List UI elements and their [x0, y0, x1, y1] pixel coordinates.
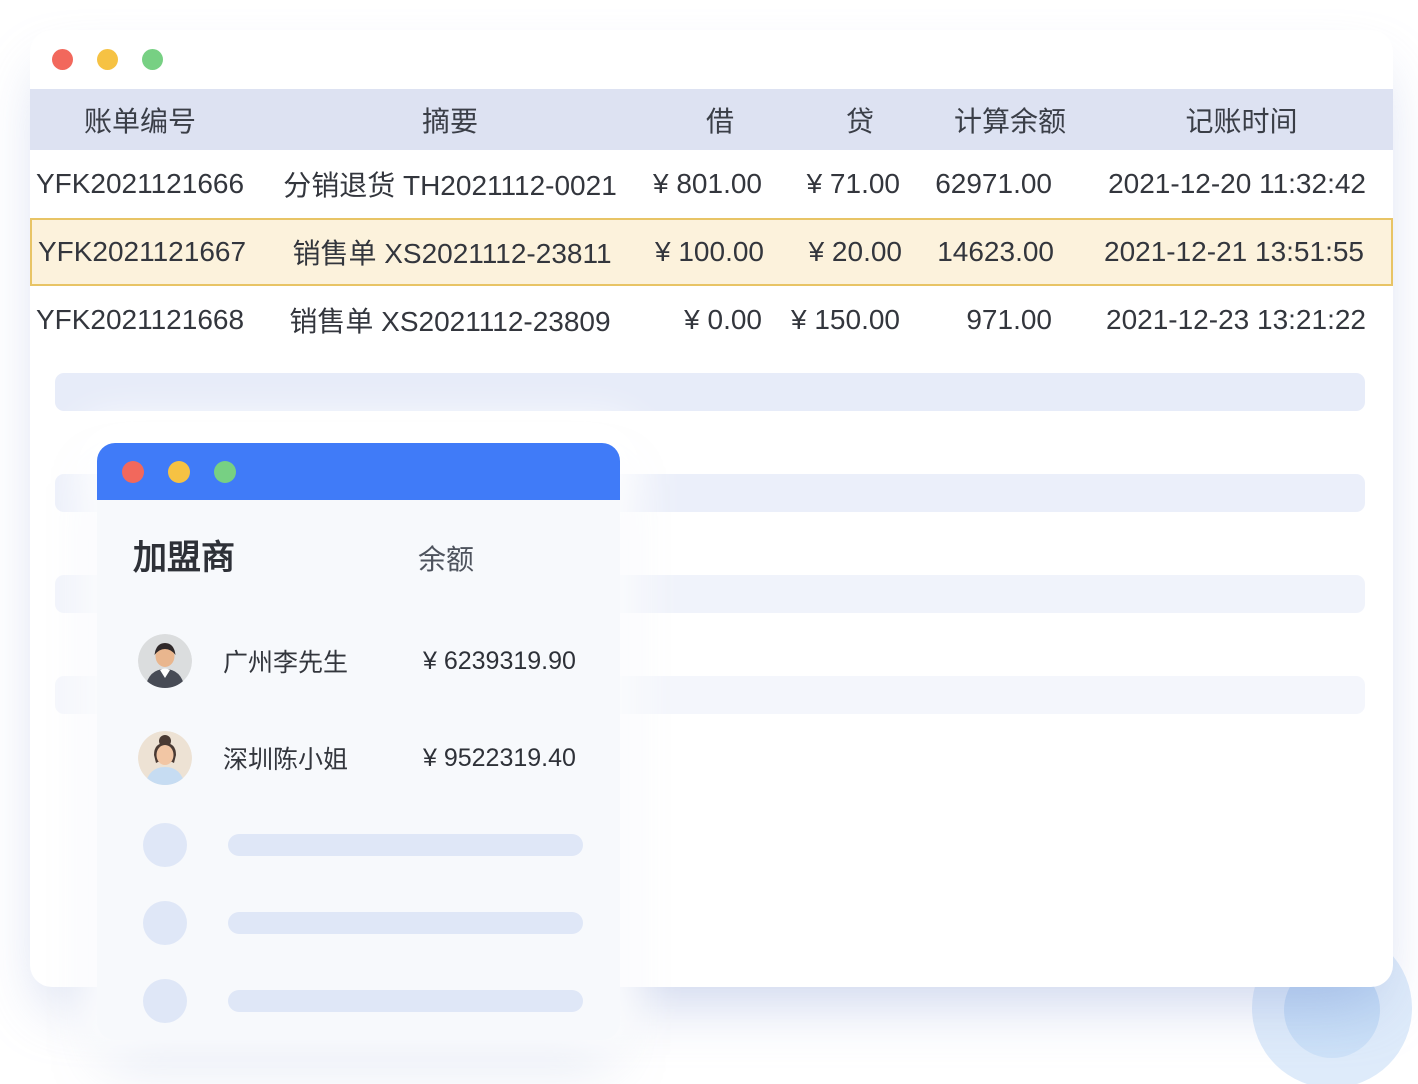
- card-loading-placeholders: [97, 823, 620, 1023]
- franchisee-name: 深圳陈小姐: [223, 740, 423, 776]
- skeleton-bar: [228, 834, 583, 856]
- cell-credit: ¥ 71.00: [790, 168, 930, 200]
- cell-time: 2021-12-23 13:21:22: [1090, 304, 1393, 336]
- franchisee-row[interactable]: 深圳陈小姐¥ 9522319.40: [97, 731, 620, 785]
- cell-debit: ¥ 0.00: [650, 304, 790, 336]
- bill-row[interactable]: YFK2021121666分销退货 TH2021112-0021¥ 801.00…: [30, 150, 1393, 218]
- skeleton-avatar: [143, 823, 187, 867]
- page-background: 账单编号摘要借贷计算余额记账时间 YFK2021121666分销退货 TH202…: [0, 0, 1418, 1084]
- card-maximize-icon[interactable]: [214, 461, 236, 483]
- male-avatar: [138, 634, 223, 688]
- franchisee-name: 广州李先生: [223, 643, 423, 679]
- bill-row-selected[interactable]: YFK2021121667销售单 XS2021112-23811¥ 100.00…: [30, 218, 1393, 286]
- franchisee-balance-card: 加盟商 余额 广州李先生¥ 6239319.90 深圳陈小姐¥ 9522319.4…: [97, 443, 620, 1040]
- skeleton-avatar: [143, 901, 187, 945]
- bill-row[interactable]: YFK2021121668销售单 XS2021112-23809¥ 0.00¥ …: [30, 286, 1393, 354]
- maximize-window-icon[interactable]: [142, 49, 163, 70]
- skeleton-bar: [228, 990, 583, 1012]
- column-header: 摘要: [250, 100, 650, 140]
- cell-debit: ¥ 801.00: [650, 168, 790, 200]
- cell-bill-no: YFK2021121667: [32, 236, 252, 268]
- franchisee-row[interactable]: 广州李先生¥ 6239319.90: [97, 634, 620, 688]
- franchisee-list: 广州李先生¥ 6239319.90 深圳陈小姐¥ 9522319.40: [97, 634, 620, 785]
- skeleton-avatar: [143, 979, 187, 1023]
- skeleton-bar: [228, 912, 583, 934]
- cell-summary: 销售单 XS2021112-23809: [250, 300, 650, 340]
- card-skeleton-row: [97, 979, 620, 1023]
- card-skeleton-row: [97, 823, 620, 867]
- card-minimize-icon[interactable]: [168, 461, 190, 483]
- cell-bill-no: YFK2021121666: [30, 168, 250, 200]
- female-avatar: [138, 731, 223, 785]
- cell-time: 2021-12-20 11:32:42: [1090, 168, 1393, 200]
- column-header: 记账时间: [1090, 100, 1393, 140]
- cell-debit: ¥ 100.00: [652, 236, 792, 268]
- close-window-icon[interactable]: [52, 49, 73, 70]
- minimize-window-icon[interactable]: [97, 49, 118, 70]
- bill-table-body: YFK2021121666分销退货 TH2021112-0021¥ 801.00…: [30, 150, 1393, 354]
- cell-time: 2021-12-21 13:51:55: [1092, 236, 1391, 268]
- bill-table-header: 账单编号摘要借贷计算余额记账时间: [30, 89, 1393, 150]
- column-header: 账单编号: [30, 100, 250, 140]
- card-skeleton-row: [97, 901, 620, 945]
- card-close-icon[interactable]: [122, 461, 144, 483]
- card-column-headers: 加盟商 余额: [97, 538, 620, 578]
- card-titlebar: [97, 443, 620, 500]
- skeleton-bar: [55, 373, 1365, 411]
- cell-credit: ¥ 150.00: [790, 304, 930, 336]
- cell-balance: 62971.00: [930, 168, 1090, 200]
- franchisee-column-label: 加盟商: [133, 541, 418, 575]
- balance-column-label: 余额: [418, 538, 620, 578]
- cell-summary: 分销退货 TH2021112-0021: [250, 164, 650, 204]
- column-header: 计算余额: [930, 100, 1090, 140]
- cell-bill-no: YFK2021121668: [30, 304, 250, 336]
- cell-credit: ¥ 20.00: [792, 236, 932, 268]
- column-header: 贷: [790, 100, 930, 140]
- window-titlebar: [30, 30, 1393, 89]
- cell-summary: 销售单 XS2021112-23811: [252, 232, 652, 272]
- franchisee-balance: ¥ 6239319.90: [423, 647, 620, 676]
- cell-balance: 971.00: [930, 304, 1090, 336]
- cell-balance: 14623.00: [932, 236, 1092, 268]
- column-header: 借: [650, 100, 790, 140]
- franchisee-balance: ¥ 9522319.40: [423, 744, 620, 773]
